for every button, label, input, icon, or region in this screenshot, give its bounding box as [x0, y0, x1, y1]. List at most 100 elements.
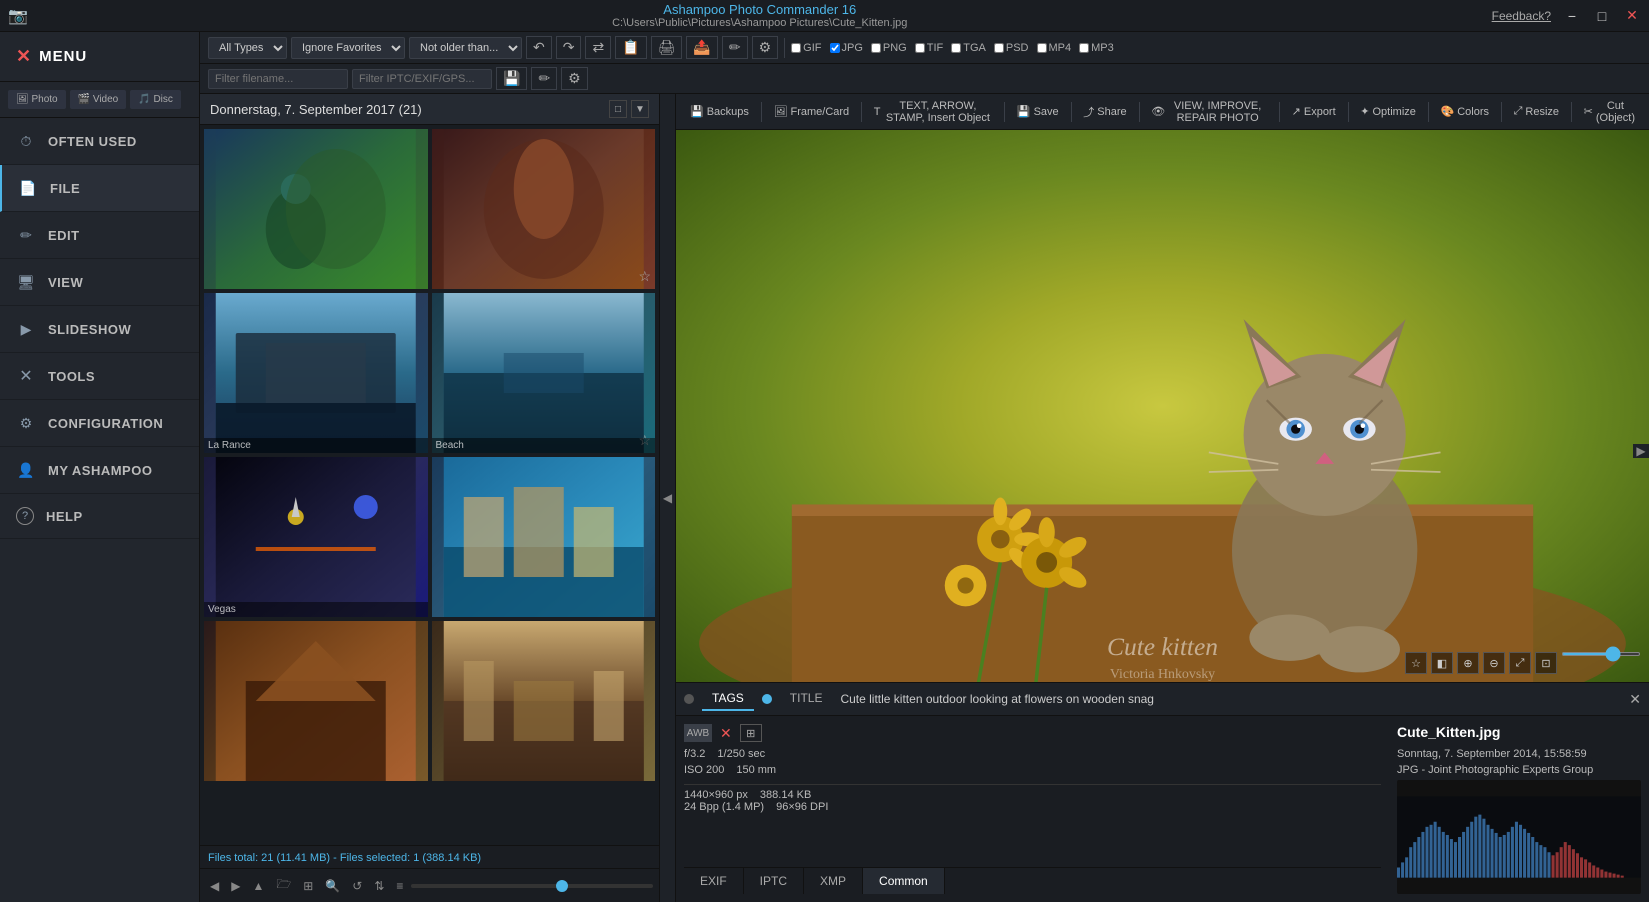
- sidebar-btn2[interactable]: 🎬 Video: [70, 90, 127, 109]
- photo-caption-4: Beach: [432, 438, 656, 453]
- sidebar-item-edit[interactable]: ✏ EDIT: [0, 212, 199, 259]
- favorites-dropdown[interactable]: Ignore Favorites: [291, 37, 405, 59]
- sidebar-item-help[interactable]: ? HELP: [0, 494, 199, 539]
- preview-btn1[interactable]: ◧: [1431, 652, 1453, 674]
- preview-btn4[interactable]: ⤢: [1509, 652, 1531, 674]
- optimize-button[interactable]: ✦ Optimize: [1354, 102, 1422, 121]
- sidebar-item-view[interactable]: 🖥 VIEW: [0, 259, 199, 306]
- zoom-slider[interactable]: [411, 884, 653, 888]
- nav-refresh-button[interactable]: ↺: [348, 877, 366, 895]
- xmp-tab[interactable]: XMP: [804, 868, 863, 894]
- minimize-button[interactable]: −: [1563, 7, 1581, 25]
- filter-apply-button[interactable]: ⚙: [561, 67, 588, 90]
- view-improve-button[interactable]: 👁 VIEW, IMPROVE, REPAIR PHOTO: [1145, 97, 1273, 127]
- nav-prev-button[interactable]: ◀: [206, 877, 223, 895]
- date-dropdown[interactable]: Not older than...: [409, 37, 522, 59]
- folder-nav-button[interactable]: 💾: [496, 67, 527, 90]
- restore-button[interactable]: □: [1593, 7, 1611, 25]
- info-tab-tags[interactable]: TAGS: [702, 687, 754, 711]
- preview-btn2[interactable]: ⊕: [1457, 652, 1479, 674]
- nav-next-button[interactable]: ▶: [227, 877, 244, 895]
- mp3-check[interactable]: MP3: [1079, 42, 1114, 54]
- photo-item-3[interactable]: La Rance: [204, 293, 428, 453]
- common-tab[interactable]: Common: [863, 868, 945, 894]
- photo-item-8[interactable]: [432, 621, 656, 781]
- preview-zoom-slider[interactable]: [1561, 652, 1641, 656]
- nav-filter-button[interactable]: ≡: [392, 877, 407, 895]
- edit-filter-button[interactable]: ✏: [531, 67, 557, 90]
- settings-button[interactable]: ⚙: [752, 36, 779, 59]
- feedback-link[interactable]: Feedback?: [1492, 9, 1551, 23]
- sidebar-item-my-ashampoo[interactable]: 👤 MY ASHAMPOO: [0, 447, 199, 494]
- filter-iptc-input[interactable]: [352, 69, 492, 89]
- photo-item-1[interactable]: [204, 129, 428, 289]
- photo-item-6[interactable]: [432, 457, 656, 617]
- nav-search-button[interactable]: 🔍: [321, 877, 344, 895]
- awb-close-icon[interactable]: ✕: [720, 725, 732, 742]
- preview-star-button[interactable]: ☆: [1405, 652, 1427, 674]
- psd-check[interactable]: PSD: [994, 42, 1029, 54]
- rotate-left-button[interactable]: ↶: [526, 36, 552, 59]
- cut-object-button[interactable]: ✂ Cut (Object): [1578, 97, 1641, 127]
- info-left: AWB ✕ ⊞ f/3.2 1/250 sec ISO 200 150 mm: [676, 716, 1389, 902]
- mp4-check[interactable]: MP4: [1037, 42, 1072, 54]
- sidebar-item-often-used[interactable]: ⏱ OFTEN USED: [0, 118, 199, 165]
- sidebar-item-file[interactable]: 📄 FILE: [0, 165, 199, 212]
- preview-btn5[interactable]: ⊡: [1535, 652, 1557, 674]
- panel-collapse-button[interactable]: ◀: [660, 94, 676, 902]
- view-icon: 🖥: [16, 272, 36, 292]
- close-button[interactable]: ✕: [1623, 7, 1641, 25]
- zoom-slider-thumb[interactable]: [556, 880, 568, 892]
- tif-check[interactable]: TIF: [915, 42, 944, 54]
- copy-button[interactable]: 📋: [615, 36, 646, 59]
- export-button[interactable]: ↗ Export: [1286, 102, 1342, 121]
- photo-item-2[interactable]: ☆: [432, 129, 656, 289]
- sidebar-item-slideshow[interactable]: ▶ SLIDESHOW: [0, 306, 199, 353]
- type-dropdown[interactable]: All Types: [208, 37, 287, 59]
- sidebar-btn3[interactable]: 🎵 Disc: [130, 90, 181, 109]
- menu-close-icon[interactable]: ✕: [16, 46, 31, 67]
- share-button[interactable]: ⤴ Share: [1077, 101, 1132, 123]
- info-tab-title[interactable]: TITLE: [780, 687, 833, 711]
- nav-folder-button[interactable]: 🗁: [272, 873, 295, 898]
- resize-button[interactable]: ⤢ Resize: [1508, 102, 1565, 121]
- photo-star-2[interactable]: ☆: [638, 268, 651, 285]
- view-icon: 👁: [1151, 105, 1165, 118]
- photo-item-5[interactable]: Vegas: [204, 457, 428, 617]
- photo-item-4[interactable]: ☆ Beach: [432, 293, 656, 453]
- png-check[interactable]: PNG: [871, 42, 907, 54]
- backups-button[interactable]: 💾 Backups: [684, 102, 755, 121]
- colors-button[interactable]: 🎨 Colors: [1435, 102, 1496, 121]
- rotate-right-button[interactable]: ↷: [556, 36, 582, 59]
- gif-check[interactable]: GIF: [791, 42, 821, 54]
- crop-button[interactable]: ⊞: [740, 724, 762, 742]
- edit-toolbar-button[interactable]: ✏: [722, 36, 748, 59]
- sidebar-item-tools[interactable]: ✕ TOOLS: [0, 353, 199, 400]
- preview-expand-button[interactable]: ▶: [1633, 444, 1649, 458]
- frame-card-button[interactable]: 🖼 Frame/Card: [768, 102, 856, 121]
- nav-grid-button[interactable]: ⊞: [299, 877, 317, 895]
- jpg-check[interactable]: JPG: [830, 42, 863, 54]
- export-icon-button[interactable]: ⇄: [585, 36, 611, 59]
- photo-grid-container[interactable]: ☆ La Rance ☆: [200, 125, 659, 845]
- nav-up-button[interactable]: ▲: [248, 877, 268, 895]
- photo-item-7[interactable]: [204, 621, 428, 781]
- preview-btn3[interactable]: ⊖: [1483, 652, 1505, 674]
- sidebar-label-slideshow: SLIDESHOW: [48, 322, 131, 337]
- iptc-tab[interactable]: IPTC: [744, 868, 804, 894]
- date-collapse-button[interactable]: □: [609, 100, 627, 118]
- filter-filename-input[interactable]: [208, 69, 348, 89]
- info-close-button[interactable]: ✕: [1629, 691, 1641, 708]
- app-title: Ashampoo Photo Commander 16: [28, 2, 1492, 17]
- print-button[interactable]: 🖨: [651, 36, 683, 59]
- sidebar-item-configuration[interactable]: ⚙ CONFIGURATION: [0, 400, 199, 447]
- save-button[interactable]: 💾 Save: [1011, 102, 1065, 121]
- nav-sort-button[interactable]: ⇅: [370, 877, 388, 895]
- text-arrow-button[interactable]: T TEXT, ARROW, STAMP, Insert Object: [868, 97, 998, 127]
- share-toolbar-button[interactable]: 📤: [686, 36, 717, 59]
- sidebar-btn1[interactable]: 🖼 Photo: [8, 90, 66, 109]
- exif-tab[interactable]: EXIF: [684, 868, 744, 894]
- rt-sep10: [1571, 102, 1572, 122]
- tga-check[interactable]: TGA: [951, 42, 986, 54]
- date-expand-button[interactable]: ▼: [631, 100, 649, 118]
